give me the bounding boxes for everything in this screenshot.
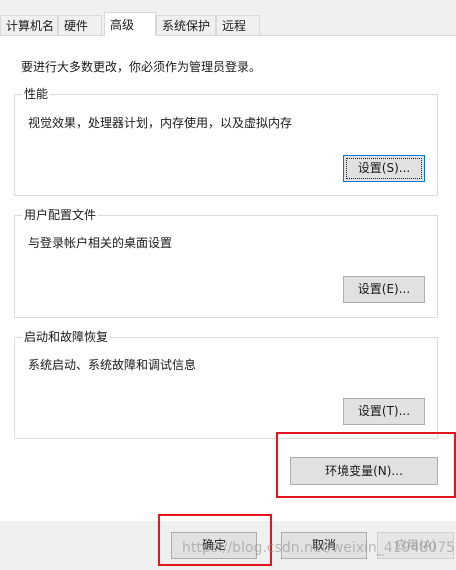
startup-recovery-description: 系统启动、系统故障和调试信息 <box>28 358 197 372</box>
cancel-button[interactable]: 取消 <box>281 532 367 559</box>
startup-recovery-group: 启动和故障恢复 系统启动、系统故障和调试信息 设置(T)... <box>14 329 438 439</box>
tab-hardware[interactable]: 硬件 <box>58 15 102 35</box>
performance-description: 视觉效果，处理器计划，内存使用，以及虚拟内存 <box>28 116 293 130</box>
apply-button[interactable]: 应用(A) <box>377 532 454 559</box>
user-profiles-group: 用户配置文件 与登录帐户相关的桌面设置 设置(E)... <box>14 207 438 318</box>
system-properties-dialog: 计算机名 硬件 高级 系统保护 远程 要进行大多数更改，你必须作为管理员登录。 … <box>0 0 456 570</box>
ok-highlight-box <box>158 514 272 566</box>
tab-remote[interactable]: 远程 <box>216 15 260 35</box>
user-profiles-description: 与登录帐户相关的桌面设置 <box>28 236 173 250</box>
startup-recovery-group-title: 启动和故障恢复 <box>22 329 111 345</box>
startup-recovery-settings-button[interactable]: 设置(T)... <box>343 398 425 425</box>
user-profiles-group-title: 用户配置文件 <box>22 207 99 223</box>
tab-advanced[interactable]: 高级 <box>104 12 156 36</box>
tab-system-protection[interactable]: 系统保护 <box>156 15 216 35</box>
performance-settings-button[interactable]: 设置(S)... <box>343 155 425 182</box>
env-highlight-box <box>276 432 456 498</box>
performance-group: 性能 视觉效果，处理器计划，内存使用，以及虚拟内存 设置(S)... <box>14 86 438 196</box>
admin-notice: 要进行大多数更改，你必须作为管理员登录。 <box>21 60 262 74</box>
performance-group-title: 性能 <box>22 86 51 102</box>
tab-divider <box>0 35 456 36</box>
user-profiles-settings-button[interactable]: 设置(E)... <box>343 276 425 303</box>
tab-computer-name[interactable]: 计算机名 <box>0 15 58 35</box>
tab-bar: 计算机名 硬件 高级 系统保护 远程 <box>0 0 456 36</box>
